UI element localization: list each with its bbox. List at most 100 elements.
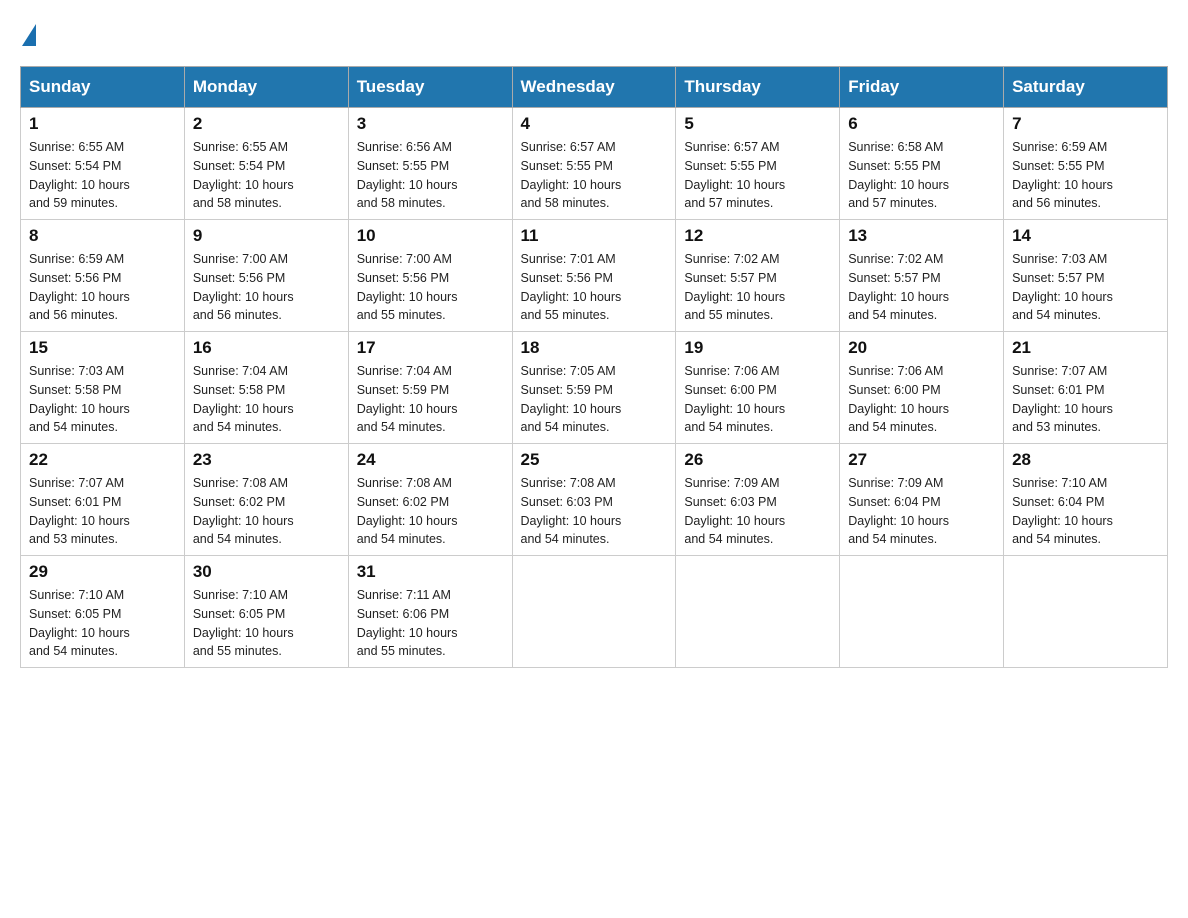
logo (20, 20, 36, 46)
day-number: 21 (1012, 338, 1159, 358)
calendar-cell: 16 Sunrise: 7:04 AMSunset: 5:58 PMDayligh… (184, 332, 348, 444)
day-number: 17 (357, 338, 504, 358)
calendar-cell: 25Sunrise: 7:08 AMSunset: 6:03 PMDayligh… (512, 444, 676, 556)
day-info: Sunrise: 7:10 AMSunset: 6:04 PMDaylight:… (1012, 474, 1159, 549)
day-info: Sunrise: 7:06 AMSunset: 6:00 PMDaylight:… (684, 362, 831, 437)
day-number: 8 (29, 226, 176, 246)
calendar-cell: 26Sunrise: 7:09 AMSunset: 6:03 PMDayligh… (676, 444, 840, 556)
calendar-cell: 8 Sunrise: 6:59 AMSunset: 5:56 PMDaylight… (21, 220, 185, 332)
day-info: Sunrise: 7:07 AMSunset: 6:01 PMDaylight:… (29, 474, 176, 549)
weekday-header-sunday: Sunday (21, 67, 185, 108)
day-info: Sunrise: 6:57 AMSunset: 5:55 PMDaylight:… (684, 138, 831, 213)
calendar-week-row: 8 Sunrise: 6:59 AMSunset: 5:56 PMDaylight… (21, 220, 1168, 332)
weekday-header-thursday: Thursday (676, 67, 840, 108)
weekday-header-tuesday: Tuesday (348, 67, 512, 108)
calendar-cell (840, 556, 1004, 668)
calendar-cell: 14 Sunrise: 7:03 AMSunset: 5:57 PMDayligh… (1004, 220, 1168, 332)
calendar-cell: 12Sunrise: 7:02 AMSunset: 5:57 PMDayligh… (676, 220, 840, 332)
calendar-cell: 6 Sunrise: 6:58 AMSunset: 5:55 PMDaylight… (840, 108, 1004, 220)
day-number: 15 (29, 338, 176, 358)
calendar-week-row: 29 Sunrise: 7:10 AMSunset: 6:05 PMDayligh… (21, 556, 1168, 668)
day-number: 25 (521, 450, 668, 470)
calendar-cell: 24 Sunrise: 7:08 AMSunset: 6:02 PMDayligh… (348, 444, 512, 556)
day-info: Sunrise: 7:08 AMSunset: 6:02 PMDaylight:… (357, 474, 504, 549)
day-info: Sunrise: 7:00 AMSunset: 5:56 PMDaylight:… (357, 250, 504, 325)
calendar-cell: 19 Sunrise: 7:06 AMSunset: 6:00 PMDayligh… (676, 332, 840, 444)
day-number: 13 (848, 226, 995, 246)
calendar-cell: 3Sunrise: 6:56 AMSunset: 5:55 PMDaylight… (348, 108, 512, 220)
calendar-cell: 30 Sunrise: 7:10 AMSunset: 6:05 PMDayligh… (184, 556, 348, 668)
calendar-cell: 31Sunrise: 7:11 AMSunset: 6:06 PMDayligh… (348, 556, 512, 668)
day-info: Sunrise: 7:10 AMSunset: 6:05 PMDaylight:… (193, 586, 340, 661)
day-info: Sunrise: 7:09 AMSunset: 6:03 PMDaylight:… (684, 474, 831, 549)
calendar-cell: 9 Sunrise: 7:00 AMSunset: 5:56 PMDaylight… (184, 220, 348, 332)
calendar-cell: 5 Sunrise: 6:57 AMSunset: 5:55 PMDaylight… (676, 108, 840, 220)
day-number: 23 (193, 450, 340, 470)
day-info: Sunrise: 6:58 AMSunset: 5:55 PMDaylight:… (848, 138, 995, 213)
logo-triangle-icon (22, 24, 36, 46)
day-number: 9 (193, 226, 340, 246)
calendar-cell: 7 Sunrise: 6:59 AMSunset: 5:55 PMDaylight… (1004, 108, 1168, 220)
day-info: Sunrise: 7:10 AMSunset: 6:05 PMDaylight:… (29, 586, 176, 661)
day-info: Sunrise: 6:55 AMSunset: 5:54 PMDaylight:… (29, 138, 176, 213)
day-number: 1 (29, 114, 176, 134)
day-info: Sunrise: 7:03 AMSunset: 5:58 PMDaylight:… (29, 362, 176, 437)
weekday-header-monday: Monday (184, 67, 348, 108)
calendar-cell: 29 Sunrise: 7:10 AMSunset: 6:05 PMDayligh… (21, 556, 185, 668)
day-info: Sunrise: 7:09 AMSunset: 6:04 PMDaylight:… (848, 474, 995, 549)
day-number: 4 (521, 114, 668, 134)
calendar-week-row: 22 Sunrise: 7:07 AMSunset: 6:01 PMDayligh… (21, 444, 1168, 556)
calendar-cell: 13 Sunrise: 7:02 AMSunset: 5:57 PMDayligh… (840, 220, 1004, 332)
day-info: Sunrise: 7:02 AMSunset: 5:57 PMDaylight:… (848, 250, 995, 325)
calendar-cell: 22 Sunrise: 7:07 AMSunset: 6:01 PMDayligh… (21, 444, 185, 556)
calendar-cell: 27 Sunrise: 7:09 AMSunset: 6:04 PMDayligh… (840, 444, 1004, 556)
day-number: 27 (848, 450, 995, 470)
calendar-cell: 11Sunrise: 7:01 AMSunset: 5:56 PMDayligh… (512, 220, 676, 332)
day-number: 6 (848, 114, 995, 134)
weekday-header-wednesday: Wednesday (512, 67, 676, 108)
day-number: 10 (357, 226, 504, 246)
calendar-cell (1004, 556, 1168, 668)
day-info: Sunrise: 7:08 AMSunset: 6:02 PMDaylight:… (193, 474, 340, 549)
calendar-table: SundayMondayTuesdayWednesdayThursdayFrid… (20, 66, 1168, 668)
day-number: 16 (193, 338, 340, 358)
day-info: Sunrise: 7:07 AMSunset: 6:01 PMDaylight:… (1012, 362, 1159, 437)
day-info: Sunrise: 7:03 AMSunset: 5:57 PMDaylight:… (1012, 250, 1159, 325)
day-number: 2 (193, 114, 340, 134)
weekday-header-friday: Friday (840, 67, 1004, 108)
calendar-cell: 17 Sunrise: 7:04 AMSunset: 5:59 PMDayligh… (348, 332, 512, 444)
day-info: Sunrise: 7:00 AMSunset: 5:56 PMDaylight:… (193, 250, 340, 325)
weekday-header-saturday: Saturday (1004, 67, 1168, 108)
calendar-cell: 20Sunrise: 7:06 AMSunset: 6:00 PMDayligh… (840, 332, 1004, 444)
day-info: Sunrise: 7:04 AMSunset: 5:59 PMDaylight:… (357, 362, 504, 437)
day-number: 22 (29, 450, 176, 470)
calendar-cell: 23 Sunrise: 7:08 AMSunset: 6:02 PMDayligh… (184, 444, 348, 556)
calendar-week-row: 15 Sunrise: 7:03 AMSunset: 5:58 PMDayligh… (21, 332, 1168, 444)
day-info: Sunrise: 7:02 AMSunset: 5:57 PMDaylight:… (684, 250, 831, 325)
day-number: 7 (1012, 114, 1159, 134)
calendar-cell (676, 556, 840, 668)
day-number: 29 (29, 562, 176, 582)
day-info: Sunrise: 6:57 AMSunset: 5:55 PMDaylight:… (521, 138, 668, 213)
day-number: 5 (684, 114, 831, 134)
day-info: Sunrise: 7:11 AMSunset: 6:06 PMDaylight:… (357, 586, 504, 661)
calendar-cell: 15 Sunrise: 7:03 AMSunset: 5:58 PMDayligh… (21, 332, 185, 444)
day-info: Sunrise: 7:05 AMSunset: 5:59 PMDaylight:… (521, 362, 668, 437)
day-info: Sunrise: 6:59 AMSunset: 5:56 PMDaylight:… (29, 250, 176, 325)
day-number: 14 (1012, 226, 1159, 246)
day-info: Sunrise: 7:04 AMSunset: 5:58 PMDaylight:… (193, 362, 340, 437)
page-header (20, 20, 1168, 46)
calendar-cell: 4 Sunrise: 6:57 AMSunset: 5:55 PMDaylight… (512, 108, 676, 220)
day-number: 30 (193, 562, 340, 582)
day-number: 24 (357, 450, 504, 470)
weekday-header-row: SundayMondayTuesdayWednesdayThursdayFrid… (21, 67, 1168, 108)
day-number: 28 (1012, 450, 1159, 470)
calendar-cell: 2Sunrise: 6:55 AMSunset: 5:54 PMDaylight… (184, 108, 348, 220)
day-info: Sunrise: 6:59 AMSunset: 5:55 PMDaylight:… (1012, 138, 1159, 213)
day-number: 3 (357, 114, 504, 134)
calendar-cell: 18Sunrise: 7:05 AMSunset: 5:59 PMDayligh… (512, 332, 676, 444)
calendar-cell: 1 Sunrise: 6:55 AMSunset: 5:54 PMDaylight… (21, 108, 185, 220)
day-info: Sunrise: 7:06 AMSunset: 6:00 PMDaylight:… (848, 362, 995, 437)
day-number: 11 (521, 226, 668, 246)
day-number: 19 (684, 338, 831, 358)
